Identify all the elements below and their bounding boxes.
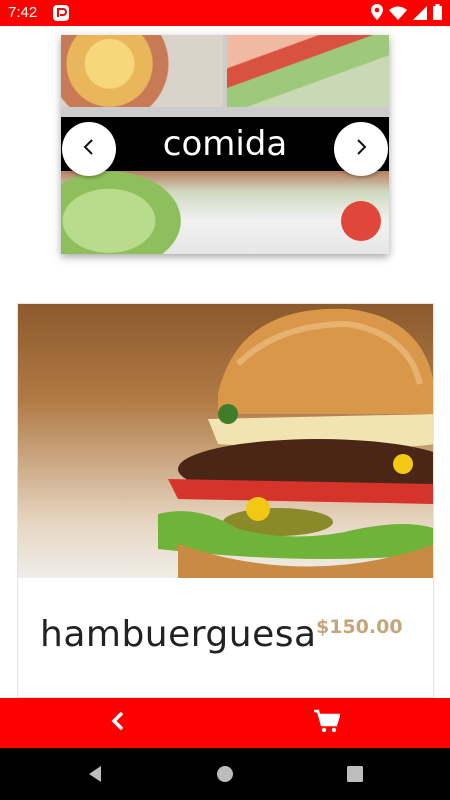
system-nav-bar <box>0 748 450 800</box>
status-time: 7:42 <box>8 4 38 21</box>
carousel-caption-text: comida <box>162 124 288 164</box>
chevron-left-icon <box>82 137 96 162</box>
carousel-prev-button[interactable] <box>62 122 116 176</box>
home-circle-icon[interactable] <box>215 764 235 784</box>
status-bar: 7:42 <box>0 0 450 26</box>
product-image <box>18 304 433 578</box>
status-icons <box>371 4 442 24</box>
burger-illustration <box>158 308 433 578</box>
carousel-image-salad <box>61 171 389 254</box>
location-icon <box>371 4 383 24</box>
battery-icon <box>433 4 442 24</box>
back-chevron-icon <box>110 710 126 736</box>
food-carousel[interactable]: comida <box>61 35 389 254</box>
bottom-action-bar <box>0 698 450 748</box>
product-price: $150.00 <box>316 616 403 638</box>
app-notification-icon <box>53 5 69 21</box>
chevron-right-icon <box>354 137 368 162</box>
cart-icon <box>314 709 341 737</box>
salad-lettuce <box>61 171 181 254</box>
cart-button[interactable] <box>310 708 344 738</box>
back-triangle-icon[interactable] <box>85 764 105 784</box>
wifi-icon <box>389 5 407 24</box>
recents-square-icon[interactable] <box>345 764 365 784</box>
carousel-image-salmon <box>227 35 389 107</box>
product-card[interactable]: hambuerguesa $150.00 <box>17 303 434 698</box>
signal-icon <box>413 5 427 24</box>
salad-tomato <box>341 201 381 241</box>
carousel-image-eggs <box>61 35 223 107</box>
carousel-next-button[interactable] <box>334 122 388 176</box>
product-name: hambuerguesa <box>40 614 317 655</box>
back-button[interactable] <box>102 708 134 738</box>
